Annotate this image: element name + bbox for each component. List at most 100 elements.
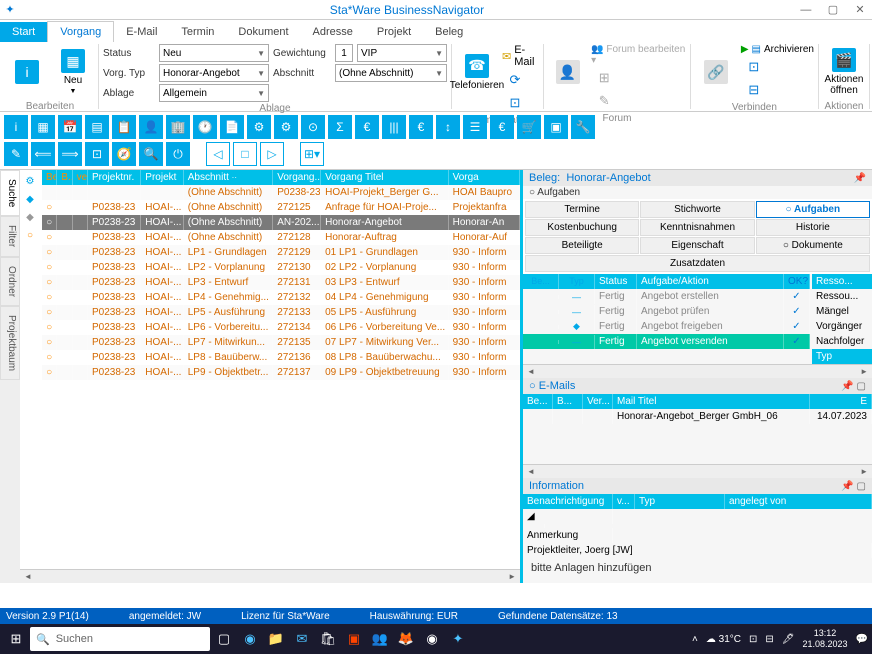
close-icon[interactable]: ✕ xyxy=(848,3,872,16)
tcol-be[interactable]: Be... xyxy=(523,274,559,289)
grid-scrollbar-h[interactable] xyxy=(20,569,520,583)
toolbar2-compass[interactable]: 🧭 xyxy=(112,142,136,166)
task-row[interactable]: ◆FertigAngebot freigeben✓ xyxy=(523,319,810,334)
ecol-date[interactable]: E xyxy=(810,394,872,409)
col-projektnr[interactable]: Projektnr. xyxy=(88,170,141,185)
col-be[interactable]: Be... xyxy=(42,170,57,185)
ecol-ver[interactable]: Ver... xyxy=(583,394,613,409)
toolbar2-grid[interactable]: ⊞▾ xyxy=(300,142,324,166)
emails-scrollbar-h[interactable] xyxy=(523,464,872,478)
table-row[interactable]: ○P0238-23HOAI-...(Ohne Abschnitt)272128H… xyxy=(42,230,520,245)
col-ve[interactable]: ve... xyxy=(73,170,88,185)
tasks-side-item[interactable]: Nachfolger xyxy=(812,334,872,349)
toolbar-icon-2[interactable]: ▦ xyxy=(31,115,55,139)
info-grid[interactable]: Benachrichtigung v... Typ angelegt von ◢… xyxy=(523,494,872,558)
toolbar2-edit[interactable]: ✎ xyxy=(4,142,28,166)
toolbar2-play[interactable]: ▷ xyxy=(260,142,284,166)
tasks-side-item[interactable]: Vorgänger xyxy=(812,319,872,334)
email-row[interactable]: Honorar-Angebot_Berger GmbH_06 14.07.202… xyxy=(523,409,872,424)
toolbar-icon-17[interactable]: ↕ xyxy=(436,115,460,139)
toolbar-icon-info[interactable]: i xyxy=(4,115,28,139)
toolbar-icon-sigma[interactable]: Σ xyxy=(328,115,352,139)
comm-icon-1[interactable]: ⟳ xyxy=(502,69,528,91)
toolbar-icon-doc[interactable]: 📄 xyxy=(220,115,244,139)
table-row[interactable]: ○P0238-23HOAI-...LP4 - Genehmig...272132… xyxy=(42,290,520,305)
taskbar-clock[interactable]: 13:1221.08.2023 xyxy=(803,628,848,650)
forum-icon-2[interactable]: ✎ xyxy=(591,90,617,112)
info-button[interactable]: i xyxy=(6,44,48,100)
weather-widget[interactable]: ☁ 31°C xyxy=(706,634,741,645)
tasks-side-item[interactable]: Typ xyxy=(812,349,872,364)
toolbar-icon-barcode[interactable]: ||| xyxy=(382,115,406,139)
tcol-ok[interactable]: OK? xyxy=(784,274,810,289)
ablage-dropdown[interactable]: Allgemein▼ xyxy=(159,84,269,102)
tcol-typ[interactable]: Typ xyxy=(559,274,595,289)
tab-dokument[interactable]: Dokument xyxy=(226,22,300,42)
abschnitt-dropdown[interactable]: (Ohne Abschnitt)▼ xyxy=(335,64,447,82)
archivieren-button[interactable]: ▶▤Archivieren xyxy=(741,44,814,55)
icol-typ[interactable]: Typ xyxy=(635,494,725,509)
tab-adresse[interactable]: Adresse xyxy=(301,22,365,42)
ecol-titel[interactable]: Mail Titel xyxy=(613,394,810,409)
rtab-kenntnis[interactable]: Kenntnisnahmen xyxy=(640,219,754,236)
grid-tool-dot[interactable]: ○ xyxy=(22,228,38,242)
tasks-grid[interactable]: Be... Typ Status Aufgabe/Aktion OK? —Fer… xyxy=(523,274,810,364)
table-row[interactable]: ○P0238-23HOAI-...LP9 - Objektbetr...2721… xyxy=(42,365,520,380)
tray-icon-1[interactable]: ⊡ xyxy=(749,634,757,645)
sidetab-ordner[interactable]: Ordner xyxy=(0,257,20,306)
mail-app-icon[interactable]: ✉ xyxy=(290,627,314,651)
info-row[interactable]: ◢ Anmerkung Projektleiter, Joerg [JW] xyxy=(523,509,872,558)
col-projekt[interactable]: Projekt xyxy=(141,170,183,185)
rtab-historie[interactable]: Historie xyxy=(756,219,870,236)
vorgtyp-dropdown[interactable]: Honorar-Angebot▼ xyxy=(159,64,269,82)
col-vorga[interactable]: Vorga xyxy=(449,170,520,185)
main-grid[interactable]: Be... B... ve... Projektnr. Projekt Absc… xyxy=(42,170,520,569)
ecol-be[interactable]: Be... xyxy=(523,394,553,409)
tab-termin[interactable]: Termin xyxy=(169,22,226,42)
emails-grid[interactable]: Be... B... Ver... Mail Titel E Honorar-A… xyxy=(523,394,872,424)
toolbar2-search[interactable]: 🔍 xyxy=(139,142,163,166)
table-row[interactable]: ○P0238-23HOAI-...LP5 - Ausführung2721330… xyxy=(42,305,520,320)
chrome-icon[interactable]: ◉ xyxy=(420,627,444,651)
table-row[interactable]: ○P0238-23HOAI-...LP6 - Vorbereitu...2721… xyxy=(42,320,520,335)
store-icon[interactable]: 🛍 xyxy=(316,627,340,651)
info-pin-icon[interactable]: 📌 ▢ xyxy=(841,481,866,492)
toolbar-icon-calendar[interactable]: 📅 xyxy=(58,115,82,139)
tasks-side-item[interactable]: Ressou... xyxy=(812,289,872,304)
task-row[interactable]: —FertigAngebot versenden✓ xyxy=(523,334,810,349)
table-row[interactable]: ○P0238-23HOAI-...LP1 - Grundlagen2721290… xyxy=(42,245,520,260)
telefonieren-button[interactable]: ☎Telefonieren xyxy=(456,44,498,100)
sidetab-projektbaum[interactable]: Projektbaum xyxy=(0,306,20,380)
col-vorgangnr[interactable]: Vorgang... xyxy=(273,170,321,185)
tab-start[interactable]: Start xyxy=(0,22,47,42)
toolbar2-fwd[interactable]: ⟹ xyxy=(58,142,82,166)
col-abschnitt[interactable]: Abschnitt ·· xyxy=(184,170,273,185)
toolbar-icon-euro4[interactable]: € xyxy=(490,115,514,139)
comm-icon-2[interactable]: ⊡ xyxy=(502,92,528,114)
rtab-dokumente[interactable]: ○ Dokumente xyxy=(756,237,870,254)
verbinden-big-button[interactable]: 🔗 xyxy=(695,44,737,100)
status-dropdown[interactable]: Neu▼ xyxy=(159,44,269,62)
minimize-icon[interactable]: — xyxy=(794,4,818,16)
toolbar-icon-4[interactable]: ▤ xyxy=(85,115,109,139)
taskview-icon[interactable]: ▢ xyxy=(212,627,236,651)
rtab-beteiligte[interactable]: Beteiligte xyxy=(525,237,639,254)
verbinden-icon-1[interactable]: ⊡ xyxy=(741,56,767,78)
ecol-b[interactable]: B... xyxy=(553,394,583,409)
forum-bearbeiten-button[interactable]: 👥 Forum bearbeiten ▾ xyxy=(591,44,686,66)
gewichtung-dropdown[interactable]: VIP▼ xyxy=(357,44,447,62)
sidetab-suche[interactable]: Suche xyxy=(0,170,20,216)
toolbar-icon-clock[interactable]: 🕐 xyxy=(193,115,217,139)
grid-tool-filter1[interactable]: ◆ xyxy=(22,192,38,206)
tray-chevron-icon[interactable]: ˄ xyxy=(692,634,698,645)
icol-v[interactable]: v... xyxy=(613,494,635,509)
toolbar2-stop[interactable]: □ xyxy=(233,142,257,166)
tasks-scrollbar-h[interactable] xyxy=(523,364,872,378)
table-row[interactable]: ○P0238-23HOAI-...LP8 - Bauüberw...272136… xyxy=(42,350,520,365)
toolbar2-4[interactable]: ⊡ xyxy=(85,142,109,166)
rtab-kostenbuchung[interactable]: Kostenbuchung xyxy=(525,219,639,236)
emails-pin-icon[interactable]: 📌 ▢ xyxy=(841,381,866,392)
toolbar-icon-18[interactable]: ☰ xyxy=(463,115,487,139)
icol-ben[interactable]: Benachrichtigung xyxy=(523,494,613,509)
table-row[interactable]: ○P0238-23HOAI-...LP7 - Mitwirkun...27213… xyxy=(42,335,520,350)
